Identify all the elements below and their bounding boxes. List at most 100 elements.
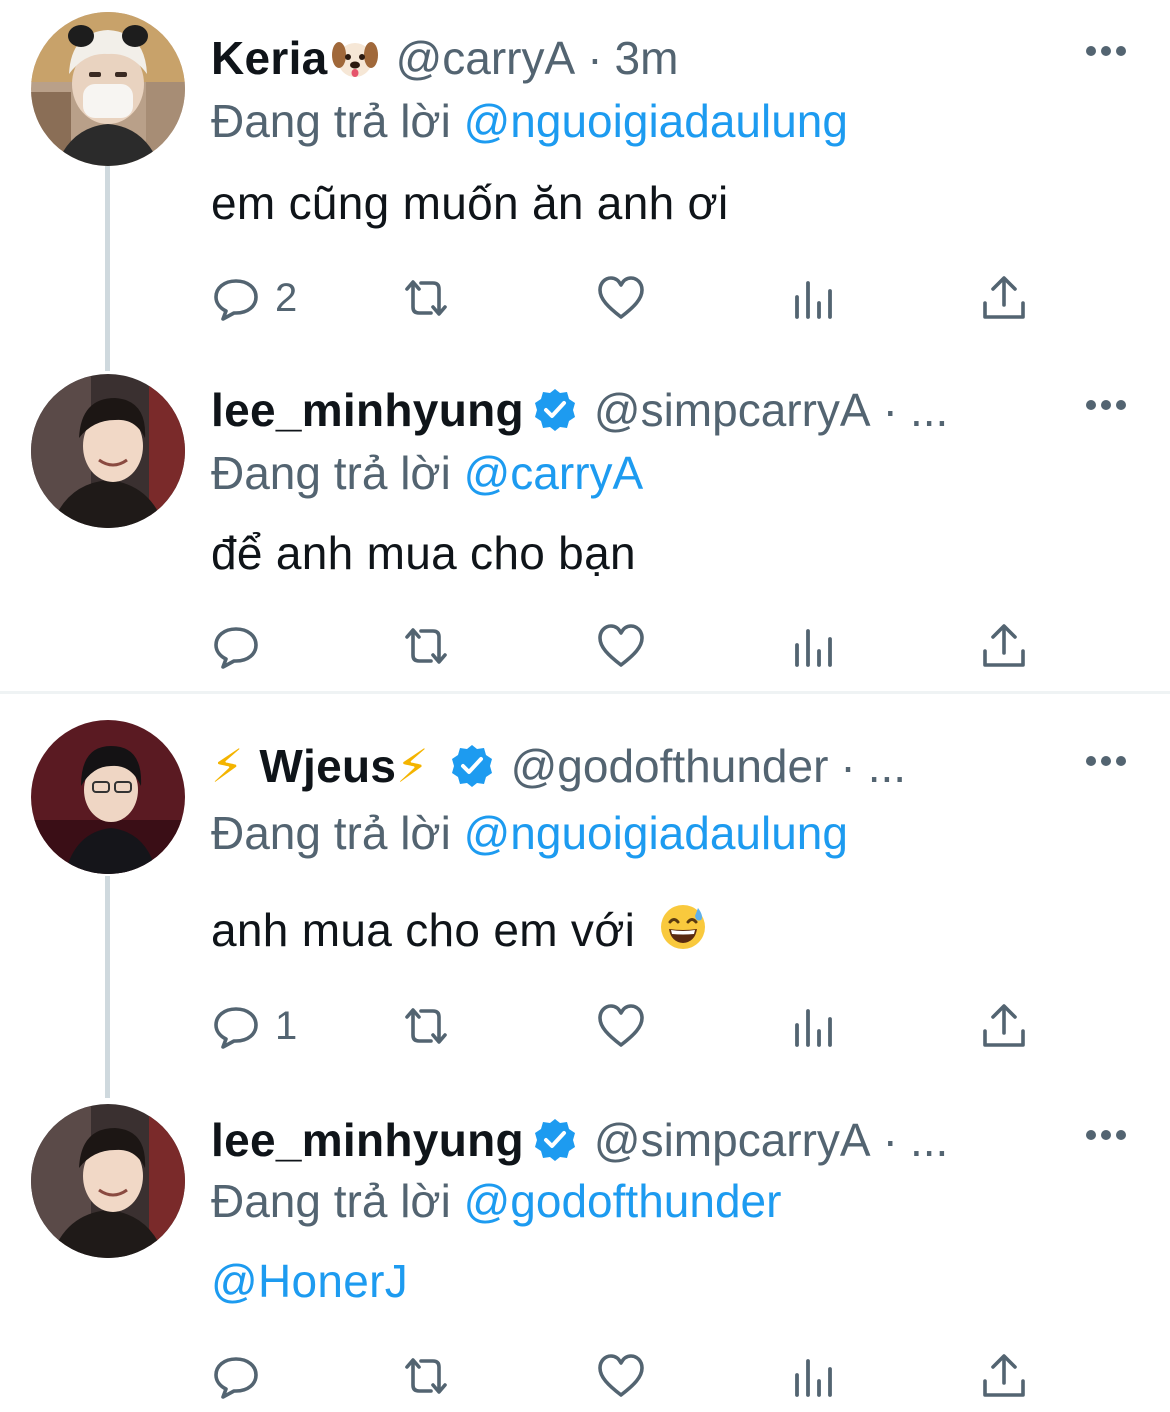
separator-dot: ·	[882, 384, 898, 436]
conversation-divider	[0, 691, 1170, 694]
heart-icon	[598, 1004, 644, 1047]
display-name[interactable]: lee_minhyung	[211, 383, 524, 437]
analytics-icon	[795, 1359, 832, 1397]
heart-icon	[598, 624, 644, 667]
analytics-button[interactable]	[789, 1348, 839, 1404]
dog-face-icon	[331, 42, 378, 77]
replying-to-label: Đang trả lời	[211, 95, 451, 147]
tweet-header: Keria @carryA · 3m	[211, 28, 678, 88]
reply-icon	[214, 1357, 258, 1399]
retweet-button[interactable]	[401, 1348, 451, 1404]
avatar[interactable]	[31, 720, 185, 874]
reply-button[interactable]	[211, 618, 275, 674]
more-options-icon[interactable]	[1086, 400, 1126, 412]
tweet-text-body: anh mua cho em với	[211, 904, 636, 956]
replying-to-label: Đang trả lời	[211, 1175, 451, 1227]
heart-icon	[598, 1354, 644, 1397]
tweet-actions: 1	[211, 998, 1051, 1054]
tweet-text: để anh mua cho bạn	[211, 527, 636, 579]
replying-to: Đang trả lời @carryA	[211, 446, 643, 500]
retweet-icon	[405, 1008, 447, 1044]
tweet-text: em cũng muốn ăn anh ơi	[211, 177, 729, 229]
reply-count: 1	[275, 1003, 298, 1048]
replying-to-label: Đang trả lời	[211, 447, 451, 499]
share-icon	[983, 276, 1025, 319]
retweet-button[interactable]	[401, 270, 451, 326]
verified-badge-icon	[451, 745, 492, 787]
analytics-button[interactable]	[789, 270, 839, 326]
share-icon	[983, 1004, 1025, 1047]
replying-to: Đang trả lời @godofthunder	[211, 1174, 781, 1228]
tweet-text-mention[interactable]: @HonerJ	[211, 1254, 408, 1308]
tweet[interactable]: ⚡ Wjeus ⚡ @godofthunder · ... Đang trả l…	[0, 696, 1170, 1086]
share-button[interactable]	[979, 618, 1029, 674]
more-options-icon[interactable]	[1086, 756, 1126, 768]
like-button[interactable]	[596, 1348, 646, 1404]
verified-badge-icon	[534, 1119, 575, 1161]
timestamp[interactable]: ...	[910, 383, 948, 437]
tweet-header: ⚡ Wjeus ⚡ @godofthunder · ...	[211, 736, 906, 796]
like-button[interactable]	[596, 618, 646, 674]
replying-to-mention[interactable]: @godofthunder	[464, 1175, 782, 1227]
separator-dot: ·	[882, 1114, 898, 1166]
retweet-icon	[405, 1358, 447, 1394]
replying-to: Đang trả lời @nguoigiadaulung	[211, 806, 848, 860]
replying-to-mention[interactable]: @carryA	[464, 447, 644, 499]
more-options-icon[interactable]	[1086, 1130, 1126, 1142]
share-button[interactable]	[979, 270, 1029, 326]
grinning-sweat-emoji	[661, 905, 706, 949]
tweet-text: anh mua cho em với	[211, 902, 708, 957]
replying-to-mention[interactable]: @nguoigiadaulung	[464, 807, 848, 859]
separator-dot: ·	[587, 32, 603, 84]
retweet-icon	[405, 280, 447, 316]
heart-icon	[598, 276, 644, 319]
share-icon	[983, 624, 1025, 667]
retweet-icon	[405, 628, 447, 664]
analytics-button[interactable]	[789, 618, 839, 674]
display-name[interactable]: lee_minhyung	[211, 1113, 524, 1167]
analytics-button[interactable]	[789, 998, 839, 1054]
timestamp[interactable]: ...	[910, 1113, 948, 1167]
display-name[interactable]: Keria	[211, 31, 328, 85]
replying-to: Đang trả lời @nguoigiadaulung	[211, 94, 848, 148]
reply-icon	[214, 627, 258, 669]
lightning-icon: ⚡	[211, 740, 244, 792]
tweet-actions	[211, 1348, 1051, 1404]
avatar[interactable]	[31, 374, 185, 528]
tweet-actions	[211, 618, 1051, 674]
tweet[interactable]: lee_minhyung @simpcarryA · ... Đang trả …	[0, 360, 1170, 690]
reply-icon	[214, 279, 258, 321]
like-button[interactable]	[596, 270, 646, 326]
reply-icon	[214, 1007, 258, 1049]
replying-to-label: Đang trả lời	[211, 807, 451, 859]
avatar[interactable]	[31, 1104, 185, 1258]
handle[interactable]: @carryA	[396, 31, 576, 85]
more-options-icon[interactable]	[1086, 46, 1126, 58]
tweet-actions: 2	[211, 270, 1051, 326]
reply-button[interactable]: 1	[211, 998, 297, 1054]
share-icon	[983, 1354, 1025, 1397]
handle[interactable]: @simpcarryA	[594, 1113, 871, 1167]
tweet-header: lee_minhyung @simpcarryA · ...	[211, 380, 948, 440]
like-button[interactable]	[596, 998, 646, 1054]
display-name[interactable]: Wjeus	[259, 739, 396, 793]
timestamp[interactable]: ...	[868, 739, 906, 793]
retweet-button[interactable]	[401, 998, 451, 1054]
share-button[interactable]	[979, 998, 1029, 1054]
verified-badge-icon	[534, 389, 575, 431]
analytics-icon	[795, 1009, 832, 1047]
handle[interactable]: @godofthunder	[511, 739, 829, 793]
retweet-button[interactable]	[401, 618, 451, 674]
handle[interactable]: @simpcarryA	[594, 383, 871, 437]
tweet[interactable]: Keria @carryA · 3m Đang trả lời @nguoigi…	[0, 0, 1170, 360]
analytics-icon	[795, 281, 832, 319]
timestamp[interactable]: 3m	[615, 31, 679, 85]
tweet[interactable]: lee_minhyung @simpcarryA · ... Đang trả …	[0, 1090, 1170, 1412]
lightning-icon: ⚡	[396, 740, 429, 792]
share-button[interactable]	[979, 1348, 1029, 1404]
reply-button[interactable]	[211, 1348, 275, 1404]
replying-to-mention[interactable]: @nguoigiadaulung	[464, 95, 848, 147]
reply-button[interactable]: 2	[211, 270, 297, 326]
tweet-header: lee_minhyung @simpcarryA · ...	[211, 1110, 948, 1170]
avatar[interactable]	[31, 12, 185, 166]
